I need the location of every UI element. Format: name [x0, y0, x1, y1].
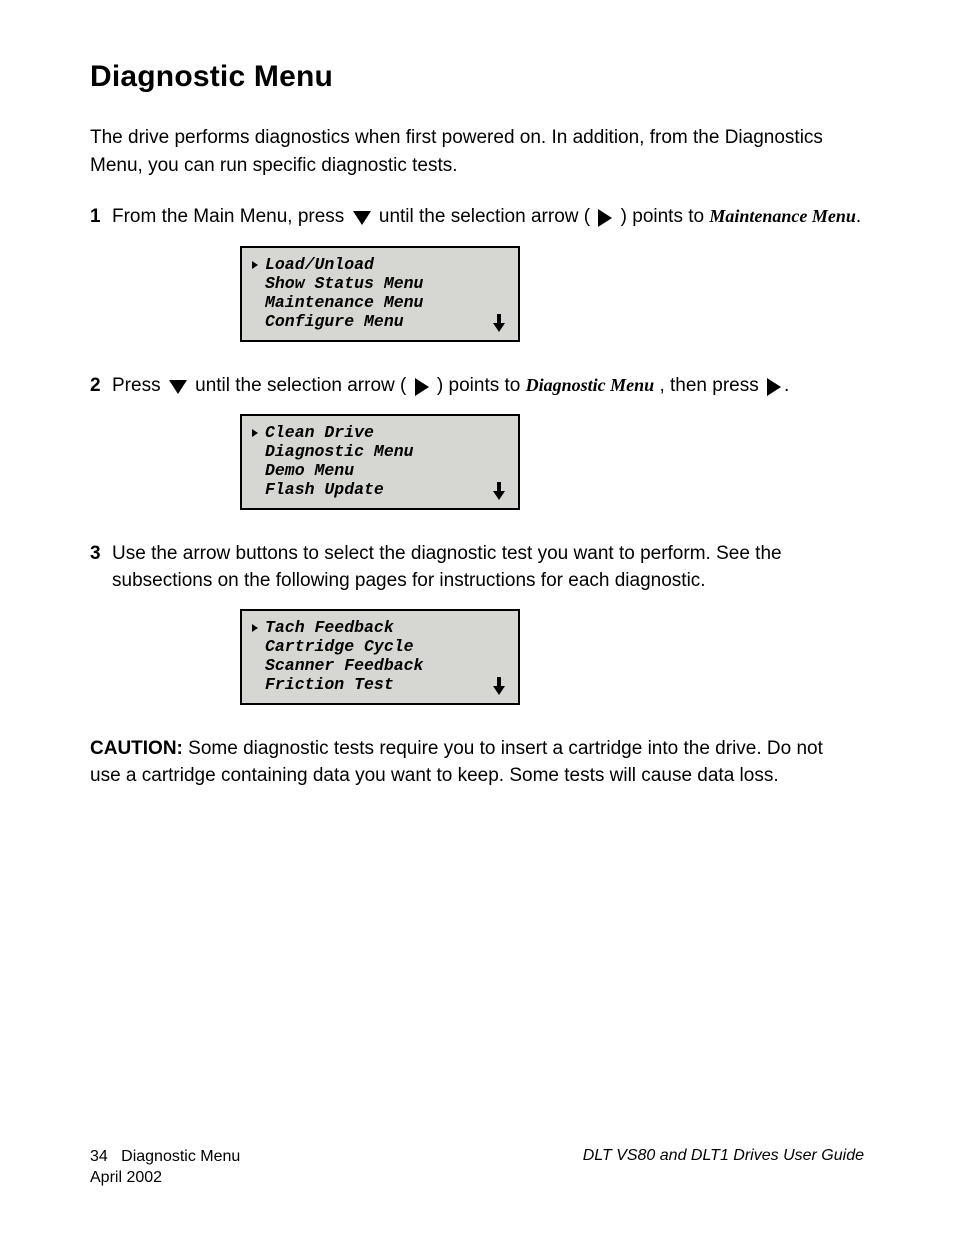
lcd-text: Load/Unload	[265, 256, 374, 275]
right-arrow-icon	[415, 373, 429, 401]
lcd-line: Flash Update	[252, 481, 506, 500]
lcd-text: Clean Drive	[265, 424, 374, 443]
lcd-text: Flash Update	[265, 481, 384, 500]
lcd-line: Maintenance Menu	[252, 294, 506, 313]
scroll-down-icon	[492, 677, 506, 695]
down-arrow-icon	[169, 373, 187, 401]
step1-pre: From the Main Menu, press	[112, 206, 350, 227]
right-arrow-icon	[598, 204, 612, 232]
step2-target: Diagnostic Menu	[526, 375, 655, 395]
lcd-panel-main-menu: Load/Unload Show Status Menu Maintenance…	[240, 246, 520, 342]
step1-post: ) points to	[621, 206, 710, 227]
right-arrow-icon	[767, 373, 781, 401]
lcd-text: Maintenance Menu	[265, 294, 423, 313]
lcd-line: Diagnostic Menu	[252, 443, 506, 462]
step-number: 1	[90, 203, 112, 231]
scroll-down-icon	[492, 314, 506, 332]
scroll-down-icon	[492, 482, 506, 500]
lcd-line: Demo Menu	[252, 462, 506, 481]
page-footer: 34 Diagnostic Menu April 2002 DLT VS80 a…	[90, 1147, 864, 1189]
lcd-text: Configure Menu	[265, 313, 404, 332]
lcd-line: Tach Feedback	[252, 619, 506, 638]
step-1: 1 From the Main Menu, press until the se…	[90, 203, 864, 232]
pointer-icon	[252, 424, 264, 443]
step-2: 2 Press until the selection arrow ( ) po…	[90, 372, 864, 401]
step-3: 3 Use the arrow buttons to select the di…	[90, 540, 864, 595]
step2-pre: Press	[112, 375, 166, 396]
pointer-icon	[252, 619, 264, 638]
step-text: From the Main Menu, press until the sele…	[112, 203, 864, 232]
step-text: Use the arrow buttons to select the diag…	[112, 540, 864, 595]
lcd-line: Cartridge Cycle	[252, 638, 506, 657]
lcd-text: Scanner Feedback	[265, 657, 423, 676]
footer-date: April 2002	[90, 1169, 162, 1186]
lcd-panel-maintenance-menu: Clean Drive Diagnostic Menu Demo Menu Fl…	[240, 414, 520, 510]
lcd-line: Show Status Menu	[252, 275, 506, 294]
lcd-line: Friction Test	[252, 676, 506, 695]
footer-page-number: 34	[90, 1148, 108, 1165]
step1-mid: until the selection arrow (	[379, 206, 590, 227]
intro-paragraph: The drive performs diagnostics when firs…	[90, 124, 830, 179]
caution-label: CAUTION:	[90, 738, 183, 759]
step2-then: , then press	[659, 375, 764, 396]
lcd-text: Cartridge Cycle	[265, 638, 414, 657]
caution-text: Some diagnostic tests require you to ins…	[90, 738, 823, 787]
lcd-text: Diagnostic Menu	[265, 443, 414, 462]
lcd-text: Tach Feedback	[265, 619, 394, 638]
lcd-text: Friction Test	[265, 676, 394, 695]
lcd-text: Demo Menu	[265, 462, 354, 481]
down-arrow-icon	[353, 204, 371, 232]
pointer-icon	[252, 256, 264, 275]
caution-note: CAUTION: Some diagnostic tests require y…	[90, 735, 830, 790]
step-text: Press until the selection arrow ( ) poin…	[112, 372, 864, 401]
lcd-line: Load/Unload	[252, 256, 506, 275]
lcd-line: Clean Drive	[252, 424, 506, 443]
lcd-panel-diagnostic-menu: Tach Feedback Cartridge Cycle Scanner Fe…	[240, 609, 520, 705]
step1-target: Maintenance Menu	[709, 206, 856, 226]
step2-mid: until the selection arrow (	[195, 375, 406, 396]
lcd-line: Configure Menu	[252, 313, 506, 332]
step2-points: ) points to	[437, 375, 526, 396]
footer-doc-title: DLT VS80 and DLT1 Drives User Guide	[583, 1147, 864, 1189]
section-heading: Diagnostic Menu	[90, 60, 864, 94]
step-number: 2	[90, 372, 112, 400]
lcd-line: Scanner Feedback	[252, 657, 506, 676]
lcd-text: Show Status Menu	[265, 275, 423, 294]
footer-section: Diagnostic Menu	[121, 1148, 240, 1165]
step-number: 3	[90, 540, 112, 568]
